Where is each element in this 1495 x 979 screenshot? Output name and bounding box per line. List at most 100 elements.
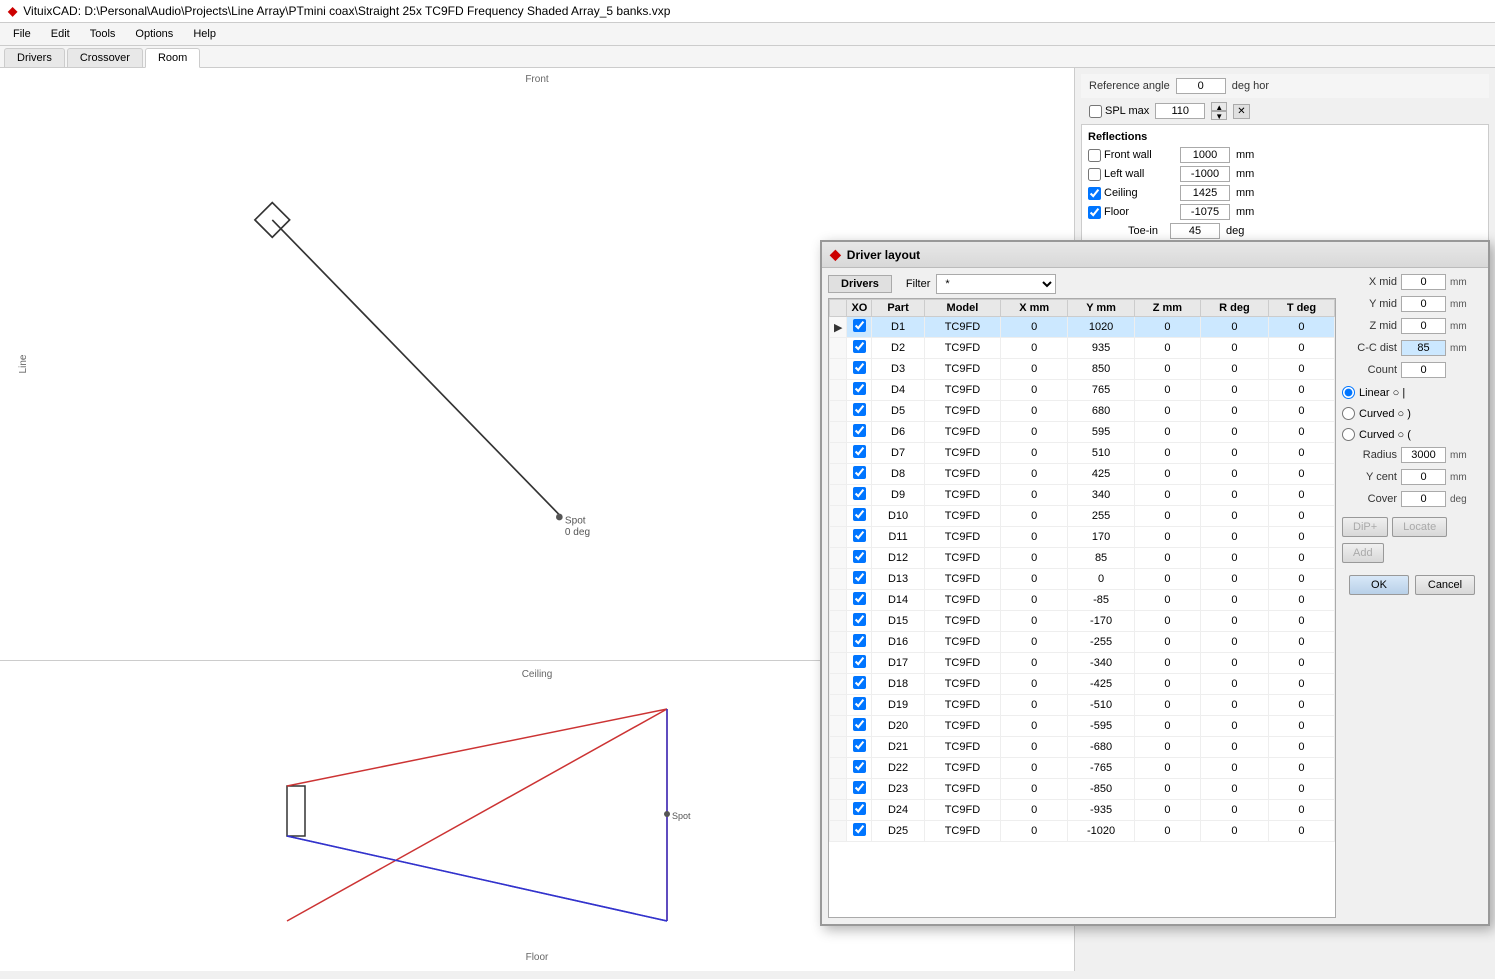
row-checkbox-cell[interactable]: [847, 653, 872, 674]
table-row[interactable]: D23TC9FD0-850000: [830, 779, 1335, 800]
drivers-tab-btn[interactable]: Drivers: [828, 275, 892, 293]
row-checkbox-cell[interactable]: [847, 716, 872, 737]
row-checkbox[interactable]: [853, 718, 866, 731]
table-row[interactable]: D6TC9FD0595000: [830, 422, 1335, 443]
row-checkbox-cell[interactable]: [847, 548, 872, 569]
toe-in-input[interactable]: [1170, 223, 1220, 239]
front-wall-input[interactable]: [1180, 147, 1230, 163]
row-checkbox[interactable]: [853, 424, 866, 437]
table-row[interactable]: D25TC9FD0-1020000: [830, 821, 1335, 842]
table-row[interactable]: D8TC9FD0425000: [830, 464, 1335, 485]
ok-btn[interactable]: OK: [1349, 575, 1409, 595]
row-checkbox-cell[interactable]: [847, 401, 872, 422]
table-row[interactable]: D13TC9FD00000: [830, 569, 1335, 590]
table-row[interactable]: ▶D1TC9FD01020000: [830, 317, 1335, 338]
row-checkbox[interactable]: [853, 361, 866, 374]
locate-btn[interactable]: Locate: [1392, 517, 1447, 537]
front-wall-checkbox-label[interactable]: Front wall: [1088, 149, 1174, 162]
filter-select[interactable]: *: [936, 274, 1056, 294]
xmid-input[interactable]: [1401, 274, 1446, 290]
row-checkbox-cell[interactable]: [847, 527, 872, 548]
row-checkbox[interactable]: [853, 676, 866, 689]
row-checkbox[interactable]: [853, 487, 866, 500]
row-checkbox[interactable]: [853, 802, 866, 815]
row-checkbox[interactable]: [853, 403, 866, 416]
row-checkbox[interactable]: [853, 340, 866, 353]
menu-help[interactable]: Help: [184, 25, 225, 43]
curved1-radio[interactable]: [1342, 407, 1355, 420]
row-checkbox-cell[interactable]: [847, 485, 872, 506]
row-checkbox-cell[interactable]: [847, 338, 872, 359]
floor-checkbox[interactable]: [1088, 206, 1101, 219]
ccdist-input[interactable]: [1401, 340, 1446, 356]
row-checkbox[interactable]: [853, 613, 866, 626]
row-checkbox-cell[interactable]: [847, 380, 872, 401]
table-row[interactable]: D5TC9FD0680000: [830, 401, 1335, 422]
table-row[interactable]: D16TC9FD0-255000: [830, 632, 1335, 653]
linear-radio[interactable]: [1342, 386, 1355, 399]
zmid-input[interactable]: [1401, 318, 1446, 334]
cover-input[interactable]: [1401, 491, 1446, 507]
left-wall-input[interactable]: [1180, 166, 1230, 182]
row-checkbox-cell[interactable]: [847, 464, 872, 485]
row-checkbox[interactable]: [853, 592, 866, 605]
add-btn[interactable]: Add: [1342, 543, 1384, 563]
table-row[interactable]: D20TC9FD0-595000: [830, 716, 1335, 737]
ceiling-checkbox[interactable]: [1088, 187, 1101, 200]
spl-checkbox-label[interactable]: SPL max: [1089, 105, 1149, 118]
table-row[interactable]: D15TC9FD0-170000: [830, 611, 1335, 632]
row-checkbox-cell[interactable]: [847, 422, 872, 443]
row-checkbox-cell[interactable]: [847, 443, 872, 464]
tab-room[interactable]: Room: [145, 48, 200, 68]
tab-crossover[interactable]: Crossover: [67, 48, 143, 67]
floor-checkbox-label[interactable]: Floor: [1088, 206, 1174, 219]
table-row[interactable]: D22TC9FD0-765000: [830, 758, 1335, 779]
spl-spinner[interactable]: ▲ ▼: [1211, 102, 1227, 120]
left-wall-checkbox-label[interactable]: Left wall: [1088, 168, 1174, 181]
spl-up-btn[interactable]: ▲: [1211, 102, 1227, 111]
row-checkbox-cell[interactable]: [847, 506, 872, 527]
row-checkbox-cell[interactable]: [847, 569, 872, 590]
drivers-table-container[interactable]: XO Part Model X mm Y mm Z mm R deg T deg…: [828, 298, 1336, 918]
menu-options[interactable]: Options: [126, 25, 182, 43]
table-row[interactable]: D17TC9FD0-340000: [830, 653, 1335, 674]
row-checkbox[interactable]: [853, 781, 866, 794]
row-checkbox[interactable]: [853, 571, 866, 584]
table-row[interactable]: D18TC9FD0-425000: [830, 674, 1335, 695]
dip-btn[interactable]: DiP+: [1342, 517, 1388, 537]
table-row[interactable]: D14TC9FD0-85000: [830, 590, 1335, 611]
spl-checkbox[interactable]: [1089, 105, 1102, 118]
row-checkbox[interactable]: [853, 382, 866, 395]
spl-down-btn[interactable]: ▼: [1211, 111, 1227, 120]
curved2-radio[interactable]: [1342, 428, 1355, 441]
spl-reset-btn[interactable]: ✕: [1233, 104, 1249, 119]
row-checkbox[interactable]: [853, 508, 866, 521]
count-input[interactable]: [1401, 362, 1446, 378]
row-checkbox-cell[interactable]: [847, 632, 872, 653]
row-checkbox-cell[interactable]: [847, 317, 872, 338]
left-wall-checkbox[interactable]: [1088, 168, 1101, 181]
table-row[interactable]: D24TC9FD0-935000: [830, 800, 1335, 821]
table-row[interactable]: D4TC9FD0765000: [830, 380, 1335, 401]
row-checkbox[interactable]: [853, 445, 866, 458]
table-row[interactable]: D10TC9FD0255000: [830, 506, 1335, 527]
floor-input[interactable]: [1180, 204, 1230, 220]
row-checkbox-cell[interactable]: [847, 737, 872, 758]
table-row[interactable]: D9TC9FD0340000: [830, 485, 1335, 506]
radius-input[interactable]: [1401, 447, 1446, 463]
row-checkbox-cell[interactable]: [847, 821, 872, 842]
tab-drivers[interactable]: Drivers: [4, 48, 65, 67]
row-checkbox-cell[interactable]: [847, 695, 872, 716]
row-checkbox[interactable]: [853, 739, 866, 752]
row-checkbox[interactable]: [853, 634, 866, 647]
row-checkbox[interactable]: [853, 550, 866, 563]
table-row[interactable]: D12TC9FD085000: [830, 548, 1335, 569]
row-checkbox-cell[interactable]: [847, 611, 872, 632]
row-checkbox-cell[interactable]: [847, 590, 872, 611]
ymid-input[interactable]: [1401, 296, 1446, 312]
table-row[interactable]: D11TC9FD0170000: [830, 527, 1335, 548]
row-checkbox-cell[interactable]: [847, 800, 872, 821]
menu-edit[interactable]: Edit: [42, 25, 79, 43]
ceiling-checkbox-label[interactable]: Ceiling: [1088, 187, 1174, 200]
table-row[interactable]: D19TC9FD0-510000: [830, 695, 1335, 716]
